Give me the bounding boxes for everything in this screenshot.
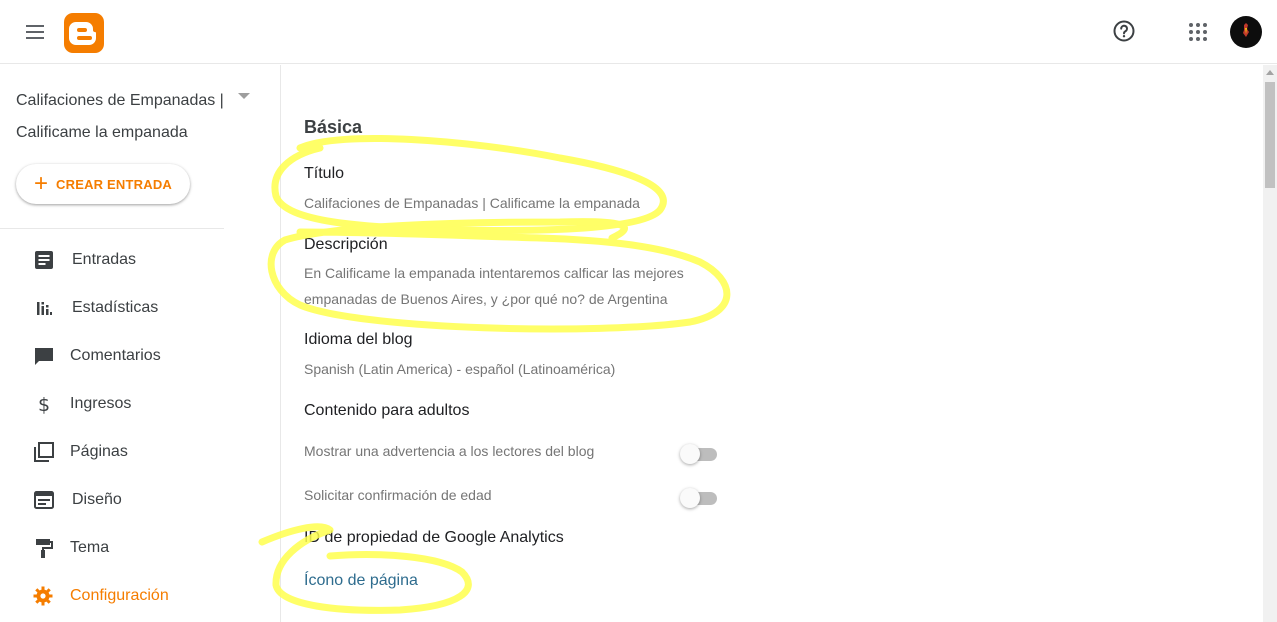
adult-warning-label: Mostrar una advertencia a los lectores d… bbox=[304, 443, 595, 459]
plus-icon: + bbox=[34, 170, 49, 197]
stats-icon bbox=[37, 302, 52, 315]
language-setting-label[interactable]: Idioma del blog bbox=[304, 331, 413, 349]
comments-icon bbox=[35, 348, 53, 365]
pages-icon bbox=[34, 442, 54, 462]
age-confirmation-toggle[interactable] bbox=[680, 487, 718, 508]
sidebar-item-entradas[interactable]: Entradas bbox=[0, 236, 281, 284]
create-post-button[interactable]: + CREAR ENTRADA bbox=[16, 164, 190, 204]
adult-warning-toggle[interactable] bbox=[680, 443, 718, 464]
sidebar-item-label: Páginas bbox=[70, 443, 128, 460]
sidebar-item-label: Entradas bbox=[72, 251, 137, 268]
scroll-up-arrow-icon[interactable] bbox=[1266, 70, 1274, 75]
blogger-logo-icon[interactable] bbox=[64, 13, 104, 53]
description-setting-label[interactable]: Descripción bbox=[304, 236, 388, 254]
sidebar-nav: Entradas Estadísticas Comentarios $ Ingr… bbox=[0, 236, 281, 620]
sidebar-item-label: Comentarios bbox=[70, 347, 161, 364]
adult-warning-row: Mostrar una advertencia a los lectores d… bbox=[304, 441, 724, 465]
layout-icon bbox=[34, 491, 54, 509]
age-confirmation-row: Solicitar confirmación de edad bbox=[304, 485, 724, 509]
sidebar-item-label: Diseño bbox=[72, 491, 122, 508]
sidebar-item-label: Estadísticas bbox=[72, 299, 159, 316]
hamburger-menu-icon[interactable] bbox=[24, 20, 48, 44]
adult-content-label: Contenido para adultos bbox=[304, 402, 470, 419]
gear-icon bbox=[33, 586, 53, 606]
sidebar-item-label: Configuración bbox=[70, 587, 169, 604]
sidebar-item-paginas[interactable]: Páginas bbox=[0, 428, 281, 476]
language-setting-value[interactable]: Spanish (Latin America) - español (Latin… bbox=[304, 356, 724, 382]
chevron-down-icon[interactable] bbox=[238, 93, 250, 99]
sidebar-item-diseno[interactable]: Diseño bbox=[0, 476, 281, 524]
sidebar-item-estadisticas[interactable]: Estadísticas bbox=[0, 284, 281, 332]
top-app-bar bbox=[0, 0, 1277, 64]
title-setting-label[interactable]: Título bbox=[304, 165, 344, 183]
sidebar-item-configuracion[interactable]: Configuración bbox=[0, 572, 281, 620]
settings-panel: Básica Título Califaciones de Empanadas … bbox=[282, 65, 1264, 622]
sidebar-item-label: Ingresos bbox=[70, 395, 132, 412]
section-title: Básica bbox=[304, 117, 363, 137]
theme-roller-icon bbox=[36, 539, 53, 558]
scrollbar-thumb[interactable] bbox=[1265, 82, 1275, 188]
sidebar-divider bbox=[0, 228, 224, 229]
sidebar-item-ingresos[interactable]: $ Ingresos bbox=[0, 380, 281, 428]
analytics-id-label[interactable]: ID de propiedad de Google Analytics bbox=[304, 529, 564, 547]
user-avatar[interactable] bbox=[1230, 16, 1262, 48]
sidebar-item-comentarios[interactable]: Comentarios bbox=[0, 332, 281, 380]
scrollbar[interactable] bbox=[1263, 65, 1277, 622]
title-setting-value[interactable]: Califaciones de Empanadas | Calificame l… bbox=[304, 190, 704, 216]
description-setting-value[interactable]: En Calificame la empanada intentaremos c… bbox=[304, 260, 704, 312]
age-confirmation-label: Solicitar confirmación de edad bbox=[304, 487, 492, 503]
dollar-icon: $ bbox=[38, 394, 50, 416]
svg-text:$: $ bbox=[38, 394, 50, 416]
create-post-label: CREAR ENTRADA bbox=[56, 176, 173, 192]
sidebar-item-tema[interactable]: Tema bbox=[0, 524, 281, 572]
sidebar: Califaciones de Empanadas | Calificame l… bbox=[0, 65, 281, 622]
favicon-link[interactable]: Ícono de página bbox=[304, 572, 418, 590]
apps-grid-icon[interactable] bbox=[1186, 20, 1210, 44]
blog-title[interactable]: Califaciones de Empanadas | Calificame l… bbox=[16, 85, 236, 149]
sidebar-item-label: Tema bbox=[70, 539, 110, 556]
help-circle-icon[interactable] bbox=[1112, 19, 1136, 43]
posts-icon bbox=[35, 251, 53, 269]
